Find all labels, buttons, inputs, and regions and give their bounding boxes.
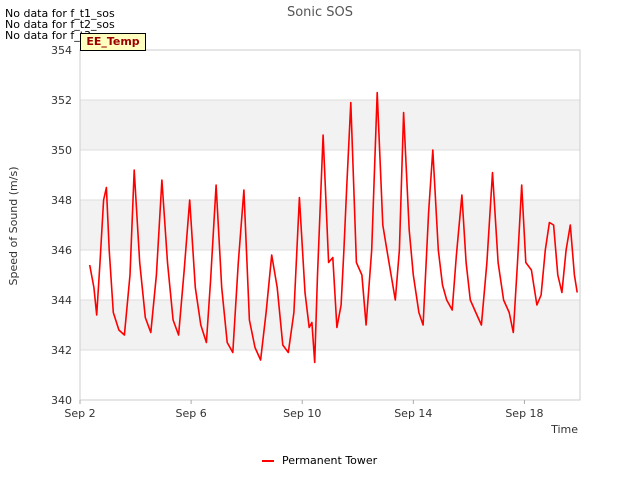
y-tick-label: 352 bbox=[51, 94, 72, 107]
legend-label: Permanent Tower bbox=[282, 454, 378, 467]
x-tick-label: Sep 2 bbox=[64, 407, 95, 420]
legend[interactable]: Permanent Tower bbox=[262, 454, 377, 467]
legend-swatch bbox=[262, 460, 274, 462]
y-tick-label: 350 bbox=[51, 144, 72, 157]
x-tick-label: Sep 10 bbox=[283, 407, 321, 420]
background-bands bbox=[80, 100, 580, 350]
background-band bbox=[80, 100, 580, 150]
y-axis-label: Speed of Sound (m/s) bbox=[7, 167, 20, 286]
chart-canvas: 340 342 344 346 348 350 352 354 Sep 2 Sep 6 Sep 1… bbox=[7, 5, 581, 436]
ee-temp-tag[interactable]: EE_Temp bbox=[80, 33, 146, 51]
y-tick-label: 346 bbox=[51, 244, 72, 257]
background-band bbox=[80, 200, 580, 250]
y-tick-label: 344 bbox=[51, 294, 72, 307]
y-tick-label: 348 bbox=[51, 194, 72, 207]
x-tick-label: Sep 18 bbox=[505, 407, 543, 420]
chart-title: Sonic SOS bbox=[287, 5, 353, 20]
x-axis: Sep 2 Sep 6 Sep 10 Sep 14 Sep 18 bbox=[64, 400, 544, 420]
y-tick-label: 340 bbox=[51, 394, 72, 407]
y-axis: 340 342 344 346 348 350 352 354 bbox=[51, 44, 72, 407]
x-tick-label: Sep 14 bbox=[394, 407, 432, 420]
y-tick-label: 354 bbox=[51, 44, 72, 57]
y-tick-label: 342 bbox=[51, 344, 72, 357]
x-axis-label: Time bbox=[550, 423, 578, 436]
background-band bbox=[80, 300, 580, 350]
x-tick-label: Sep 6 bbox=[175, 407, 206, 420]
